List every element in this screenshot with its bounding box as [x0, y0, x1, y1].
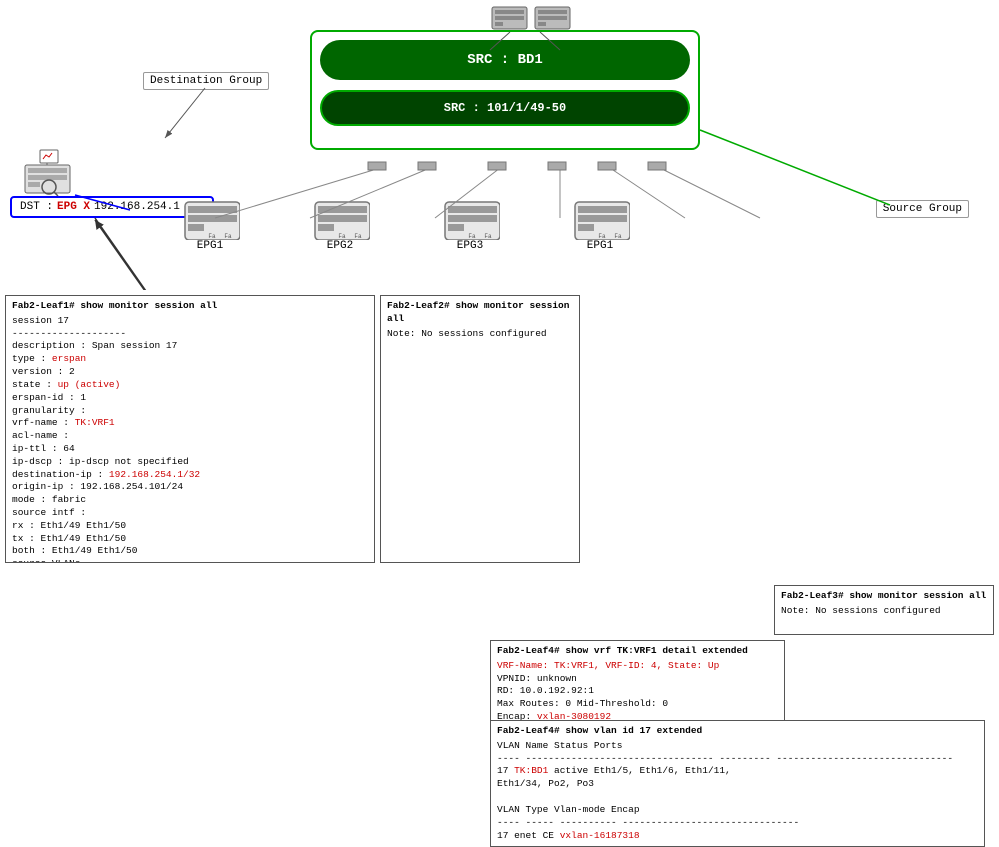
epg2-label: EPG2 — [327, 240, 353, 252]
terminal-leaf1-monitor: Fab2-Leaf1# show monitor session all ses… — [5, 295, 375, 563]
epg3-label: EPG3 — [457, 240, 483, 252]
svg-text:Fa: Fa — [338, 233, 346, 240]
terminal-leaf2-note: Note: No sessions configured — [387, 328, 573, 341]
dst-prefix: DST : — [20, 201, 53, 213]
epg-identifier: EPG X — [57, 201, 90, 213]
terminal-line-origip: origin-ip : 192.168.254.101/24 — [12, 481, 368, 494]
terminal-vrf-line1: VRF-Name: TK:VRF1, VRF-ID: 4, State: Up — [497, 660, 778, 673]
terminal-vlan-type-sep: ---- ----- ---------- ------------------… — [497, 817, 978, 830]
terminal-vlan-row2: Eth1/34, Po2, Po3 — [497, 778, 978, 791]
terminal-vlan-type-row: 17 enet CE vxlan-16187318 — [497, 830, 978, 843]
terminal-line-tx: tx : Eth1/49 Eth1/50 — [12, 533, 368, 546]
terminal-vrf-line3: RD: 10.0.192.92:1 — [497, 685, 778, 698]
svg-text:Fa: Fa — [354, 233, 362, 240]
terminal-line-acl: acl-name : — [12, 430, 368, 443]
terminal-vlan-row1: 17 TK:BD1 active Eth1/5, Eth1/6, Eth1/11… — [497, 765, 978, 778]
terminal-vlan-header: VLAN Name Status Ports — [497, 740, 978, 753]
terminal-vlan-type-header: VLAN Type Vlan-mode Encap — [497, 804, 978, 817]
terminal-leaf3-note: Note: No sessions configured — [781, 605, 987, 618]
epg1b-label: EPG1 — [587, 240, 613, 252]
terminal-line-session: session 17 — [12, 315, 368, 328]
terminal-line-both: both : Eth1/49 Eth1/50 — [12, 545, 368, 558]
terminal-line-srcintf: source intf : — [12, 507, 368, 520]
svg-text:Fa: Fa — [614, 233, 622, 240]
epg1-label: EPG1 — [197, 240, 223, 252]
terminal-line-vrf: vrf-name : TK:VRF1 — [12, 417, 368, 430]
terminal-vlan-title: Fab2-Leaf4# show vlan id 17 extended — [497, 725, 978, 738]
terminal-vlan-detail: Fab2-Leaf4# show vlan id 17 extended VLA… — [490, 720, 985, 847]
svg-text:Fa: Fa — [468, 233, 476, 240]
terminal-leaf1-title: Fab2-Leaf1# show monitor session all — [12, 300, 368, 313]
epg3-switch-icon: Fa Fa — [440, 200, 500, 240]
src-bd1-label: SRC : BD1 — [320, 40, 690, 80]
network-device-icon — [20, 145, 80, 200]
terminal-line-sep1: -------------------- — [12, 328, 368, 341]
terminal-line-mode: mode : fabric — [12, 494, 368, 507]
terminal-leaf2-title: Fab2-Leaf2# show monitor session all — [387, 300, 573, 326]
epg1-switch-icon: Fa Fa — [180, 200, 240, 240]
dest-group-arrow — [155, 88, 245, 148]
terminal-line-version: version : 2 — [12, 366, 368, 379]
terminal-line-type: type : erspan — [12, 353, 368, 366]
terminal-vrf-line2: VPNID: unknown — [497, 673, 778, 686]
terminal-vlan-blank — [497, 791, 978, 804]
terminal-vrf-line4: Max Routes: 0 Mid-Threshold: 0 — [497, 698, 778, 711]
terminal-leaf3-title: Fab2-Leaf3# show monitor session all — [781, 590, 987, 603]
terminal-leaf3-monitor: Fab2-Leaf3# show monitor session all Not… — [774, 585, 994, 635]
epg-node-3: Fa Fa EPG3 — [430, 200, 510, 252]
terminal-line-ttl: ip-ttl : 64 — [12, 443, 368, 456]
svg-text:Fa: Fa — [224, 233, 232, 240]
destination-group-label: Destination Group — [143, 72, 269, 90]
epg-container: Fa Fa EPG1 Fa Fa EPG2 Fa — [170, 200, 640, 252]
terminal-line-desc: description : Span session 17 — [12, 340, 368, 353]
svg-text:Fa: Fa — [208, 233, 216, 240]
terminal-line-srcvlan: source VLANs — [12, 558, 368, 563]
svg-text:Fa: Fa — [598, 233, 606, 240]
terminal-vlan-sep1: ---- --------------------------------- -… — [497, 753, 978, 766]
dst-ip-address: 192.168.254.1 — [94, 201, 180, 213]
terminal-line-gran: granularity : — [12, 405, 368, 418]
epg-node-1: Fa Fa EPG1 — [170, 200, 250, 252]
epg1b-switch-icon: Fa Fa — [570, 200, 630, 240]
epg-node-2: Fa Fa EPG2 — [300, 200, 380, 252]
network-diagram: Destination Group Source Group SRC : BD1… — [0, 0, 999, 290]
terminal-line-rx: rx : Eth1/49 Eth1/50 — [12, 520, 368, 533]
source-group-label: Source Group — [876, 200, 969, 218]
terminal-line-erspan: erspan-id : 1 — [12, 392, 368, 405]
terminal-vrf-title: Fab2-Leaf4# show vrf TK:VRF1 detail exte… — [497, 645, 778, 658]
terminal-line-state: state : up (active) — [12, 379, 368, 392]
terminal-leaf2-monitor: Fab2-Leaf2# show monitor session all Not… — [380, 295, 580, 563]
src-bd1-container: SRC : BD1 SRC : 101/1/49-50 — [310, 30, 700, 150]
epg2-switch-icon: Fa Fa — [310, 200, 370, 240]
terminal-line-dscp: ip-dscp : ip-dscp not specified — [12, 456, 368, 469]
epg-node-4: Fa Fa EPG1 — [560, 200, 640, 252]
terminal-line-dstip: destination-ip : 192.168.254.1/32 — [12, 469, 368, 482]
svg-text:Fa: Fa — [484, 233, 492, 240]
terminals-section: Fab2-Leaf1# show monitor session all ses… — [0, 290, 999, 568]
src-port-label: SRC : 101/1/49-50 — [320, 90, 690, 126]
